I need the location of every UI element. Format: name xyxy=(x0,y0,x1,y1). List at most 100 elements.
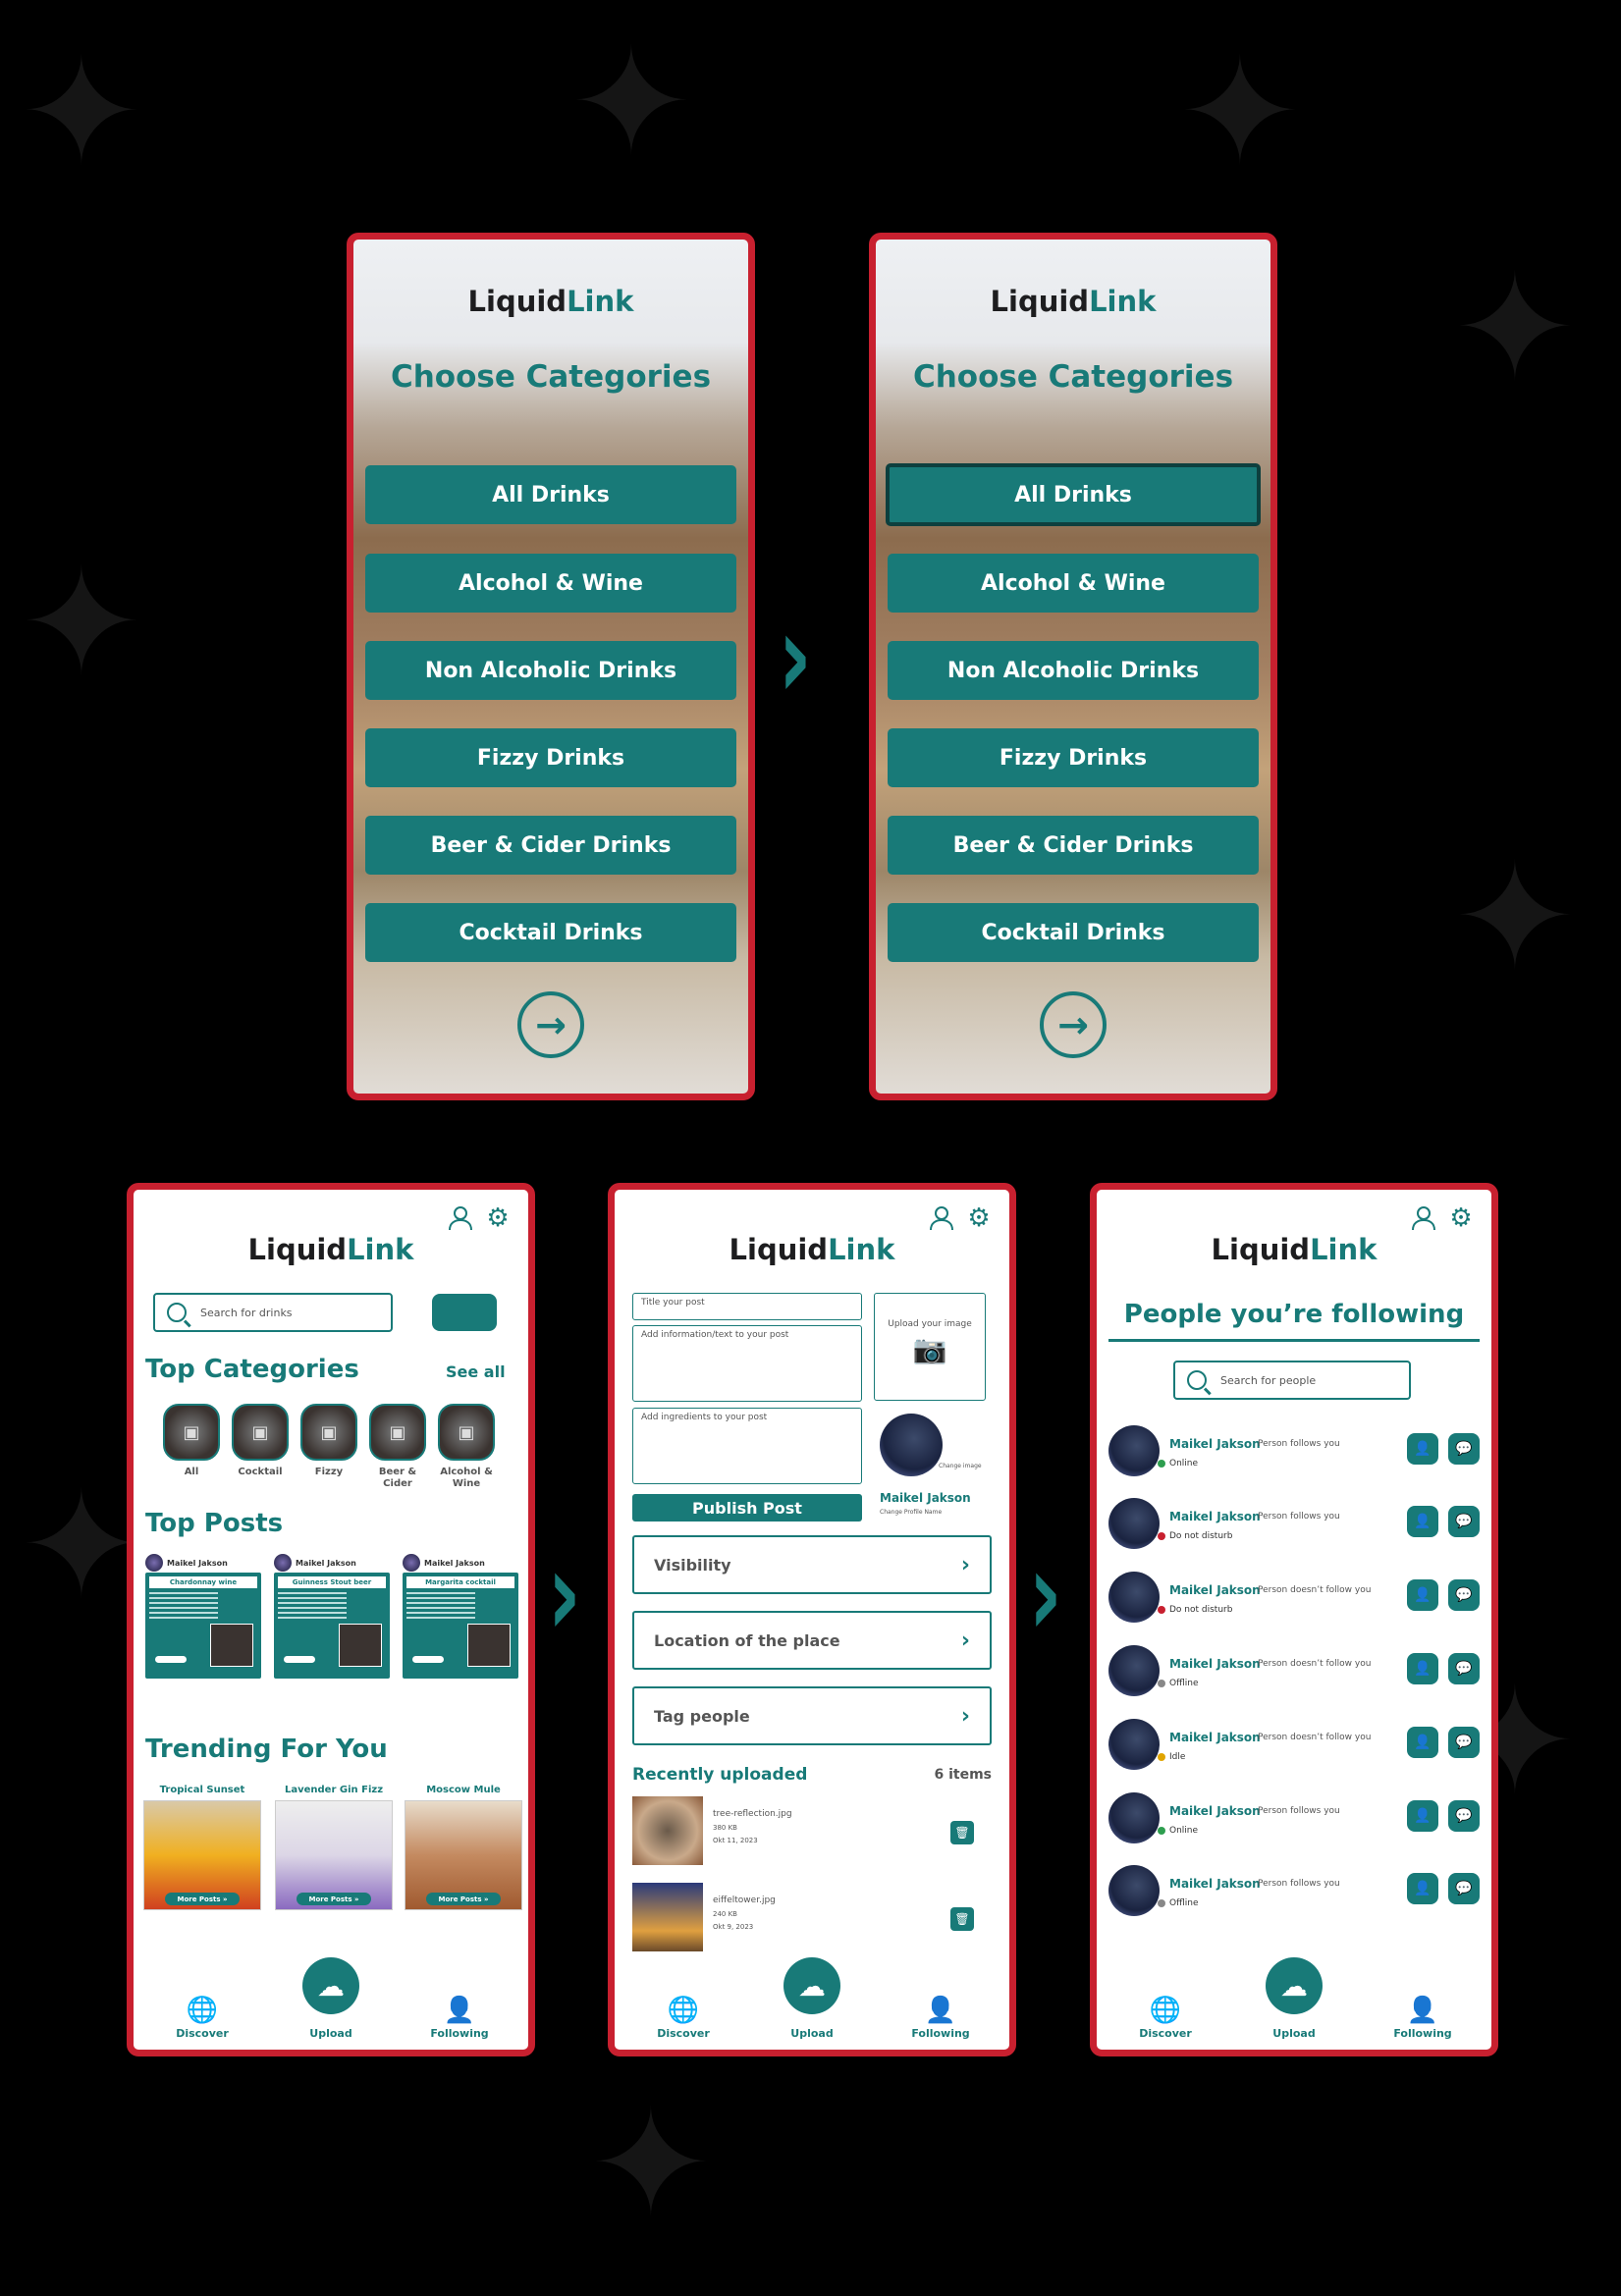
nav-following[interactable]: 👤 Following xyxy=(420,1998,499,2040)
category-all-drinks-button[interactable]: All Drinks xyxy=(365,465,736,524)
category-non-alcoholic-button[interactable]: Non Alcoholic Drinks xyxy=(365,641,736,700)
post-card[interactable]: Maikel Jakson Margarita cocktail xyxy=(403,1553,518,1679)
profile-icon[interactable] xyxy=(927,1203,956,1233)
category-fizzy-button[interactable]: Fizzy Drinks xyxy=(888,728,1259,787)
nav-discover[interactable]: 🌐 Discover xyxy=(644,1998,723,2040)
category-all[interactable]: ▣ All xyxy=(163,1404,220,1478)
items-count: 6 items xyxy=(934,1767,992,1783)
profile-button-icon[interactable]: 👤 xyxy=(1407,1579,1438,1611)
profile-button-icon[interactable]: 👤 xyxy=(1407,1433,1438,1465)
category-beer-cider[interactable]: ▣ Beer & Cider xyxy=(369,1404,426,1490)
nav-discover[interactable]: 🌐 Discover xyxy=(163,1998,242,2040)
chat-button-icon[interactable]: 💬 xyxy=(1448,1579,1480,1611)
post-card[interactable]: Maikel Jakson Chardonnay wine xyxy=(145,1553,261,1679)
trending-item[interactable]: Tropical Sunset More Posts » xyxy=(143,1785,261,1910)
category-fizzy-button[interactable]: Fizzy Drinks xyxy=(365,728,736,787)
avatar xyxy=(1108,1792,1160,1843)
tag-people-selector[interactable]: Tag people › xyxy=(632,1686,992,1745)
change-profile-name-link[interactable]: Change Profile Name xyxy=(880,1509,942,1516)
person-row[interactable]: Maikel Jakson Person doesn’t follow you Id… xyxy=(1108,1715,1480,1774)
upload-button[interactable]: ☁ xyxy=(302,1957,359,2014)
more-posts-button[interactable]: More Posts » xyxy=(165,1893,240,1905)
post-title-input[interactable]: Title your post xyxy=(632,1293,862,1320)
person-row[interactable]: Maikel Jakson Person doesn’t follow you Of… xyxy=(1108,1641,1480,1700)
avatar xyxy=(403,1554,420,1572)
person-row[interactable]: Maikel Jakson Person follows you Do not di… xyxy=(1108,1494,1480,1553)
search-people-input[interactable]: Search for people xyxy=(1173,1361,1411,1400)
person-row[interactable]: Maikel Jakson Person follows you Offline 👤 💬 xyxy=(1108,1861,1480,1920)
search-input[interactable]: Search for drinks xyxy=(153,1293,393,1332)
profile-button-icon[interactable]: 👤 xyxy=(1407,1727,1438,1758)
chat-button-icon[interactable]: 💬 xyxy=(1448,1433,1480,1465)
category-non-alcoholic-button[interactable]: Non Alcoholic Drinks xyxy=(888,641,1259,700)
bottom-nav: 🌐 Discover ☁ Upload 👤 Following xyxy=(1097,1957,1491,2040)
file-row[interactable]: tree-reflection.jpg 380 KB Okt 11, 2023 🗑 xyxy=(632,1796,992,1865)
avatar xyxy=(1108,1719,1160,1770)
ingredients-textarea[interactable]: Add ingredients to your post xyxy=(632,1408,862,1484)
person-row[interactable]: Maikel Jakson Person follows you Online 👤 💬 xyxy=(1108,1789,1480,1847)
trending-item[interactable]: Moscow Mule More Posts » xyxy=(405,1785,522,1910)
upload-button[interactable]: ☁ xyxy=(1266,1957,1323,2014)
gear-icon[interactable]: ⚙ xyxy=(964,1203,994,1233)
category-cocktail[interactable]: ▣ Cocktail xyxy=(232,1404,289,1478)
chat-button-icon[interactable]: 💬 xyxy=(1448,1506,1480,1537)
chat-button-icon[interactable]: 💬 xyxy=(1448,1727,1480,1758)
trash-icon[interactable]: 🗑 xyxy=(950,1907,974,1931)
app-logo: LiquidLink xyxy=(247,1233,414,1266)
chat-button-icon[interactable]: 💬 xyxy=(1448,1873,1480,1904)
trending-item[interactable]: Lavender Gin Fizz More Posts » xyxy=(275,1785,393,1910)
file-row[interactable]: eiffeltower.jpg 240 KB Okt 9, 2023 🗑 xyxy=(632,1883,992,1951)
category-cocktail-button[interactable]: Cocktail Drinks xyxy=(365,903,736,962)
category-all-drinks-button-selected[interactable]: All Drinks xyxy=(886,463,1261,526)
trash-icon[interactable]: 🗑 xyxy=(950,1821,974,1844)
nav-discover[interactable]: 🌐 Discover xyxy=(1126,1998,1205,2040)
gear-icon[interactable]: ⚙ xyxy=(483,1203,513,1233)
profile-icon[interactable] xyxy=(446,1203,475,1233)
cloud-upload-icon: ☁ xyxy=(798,1969,826,2002)
search-button[interactable] xyxy=(432,1294,497,1331)
see-all-link[interactable]: See all xyxy=(446,1362,506,1381)
profile-button-icon[interactable]: 👤 xyxy=(1407,1653,1438,1684)
category-beer-cider-button[interactable]: Beer & Cider Drinks xyxy=(888,816,1259,875)
more-posts-button[interactable]: More Posts » xyxy=(297,1893,371,1905)
profile-button-icon[interactable]: 👤 xyxy=(1407,1800,1438,1832)
nav-following[interactable]: 👤 Following xyxy=(901,1998,980,2040)
chat-button-icon[interactable]: 💬 xyxy=(1448,1653,1480,1684)
next-arrow-icon[interactable]: → xyxy=(517,991,584,1058)
flow-arrow-icon: › xyxy=(778,589,813,725)
profile-button-icon[interactable]: 👤 xyxy=(1407,1873,1438,1904)
person-row[interactable]: Maikel Jakson Person follows you Online 👤 💬 xyxy=(1108,1421,1480,1480)
more-posts-button[interactable]: More Posts » xyxy=(426,1893,501,1905)
page-title: People you’re following xyxy=(1123,1300,1465,1329)
post-card[interactable]: Maikel Jakson Guinness Stout beer xyxy=(274,1553,390,1679)
publish-post-button[interactable]: Publish Post xyxy=(632,1494,862,1522)
flow-arrow-icon: › xyxy=(1028,1526,1063,1663)
app-logo: LiquidLink xyxy=(990,285,1157,318)
category-cocktail-button[interactable]: Cocktail Drinks xyxy=(888,903,1259,962)
avatar xyxy=(1108,1498,1160,1549)
chat-button-icon[interactable]: 💬 xyxy=(1448,1800,1480,1832)
post-info-textarea[interactable]: Add information/text to your post xyxy=(632,1325,862,1402)
category-alcohol-wine-button[interactable]: Alcohol & Wine xyxy=(365,554,736,613)
status-dot xyxy=(1158,1899,1165,1907)
category-alcohol-wine-button[interactable]: Alcohol & Wine xyxy=(888,554,1259,613)
avatar xyxy=(1108,1865,1160,1916)
upload-image-box[interactable]: Upload your image 📷 xyxy=(874,1293,986,1401)
profile-button-icon[interactable]: 👤 xyxy=(1407,1506,1438,1537)
nav-following[interactable]: 👤 Following xyxy=(1383,1998,1462,2040)
post-image xyxy=(210,1624,253,1667)
globe-icon: 🌐 xyxy=(186,1996,219,2025)
change-image-link[interactable]: Change image xyxy=(939,1463,982,1469)
category-beer-cider-button[interactable]: Beer & Cider Drinks xyxy=(365,816,736,875)
profile-icon[interactable] xyxy=(1409,1203,1438,1233)
location-selector[interactable]: Location of the place › xyxy=(632,1611,992,1670)
upload-button[interactable]: ☁ xyxy=(783,1957,840,2014)
category-alcohol-wine[interactable]: ▣ Alcohol & Wine xyxy=(438,1404,495,1490)
next-arrow-icon[interactable]: → xyxy=(1040,991,1107,1058)
person-row[interactable]: Maikel Jakson Person doesn’t follow you Do… xyxy=(1108,1568,1480,1627)
choose-categories-selected-screen: LiquidLink Choose Categories All Drinks … xyxy=(869,233,1277,1100)
category-fizzy[interactable]: ▣ Fizzy xyxy=(300,1404,357,1478)
visibility-selector[interactable]: Visibility › xyxy=(632,1535,992,1594)
gear-icon[interactable]: ⚙ xyxy=(1446,1203,1476,1233)
status-dot xyxy=(1158,1460,1165,1468)
